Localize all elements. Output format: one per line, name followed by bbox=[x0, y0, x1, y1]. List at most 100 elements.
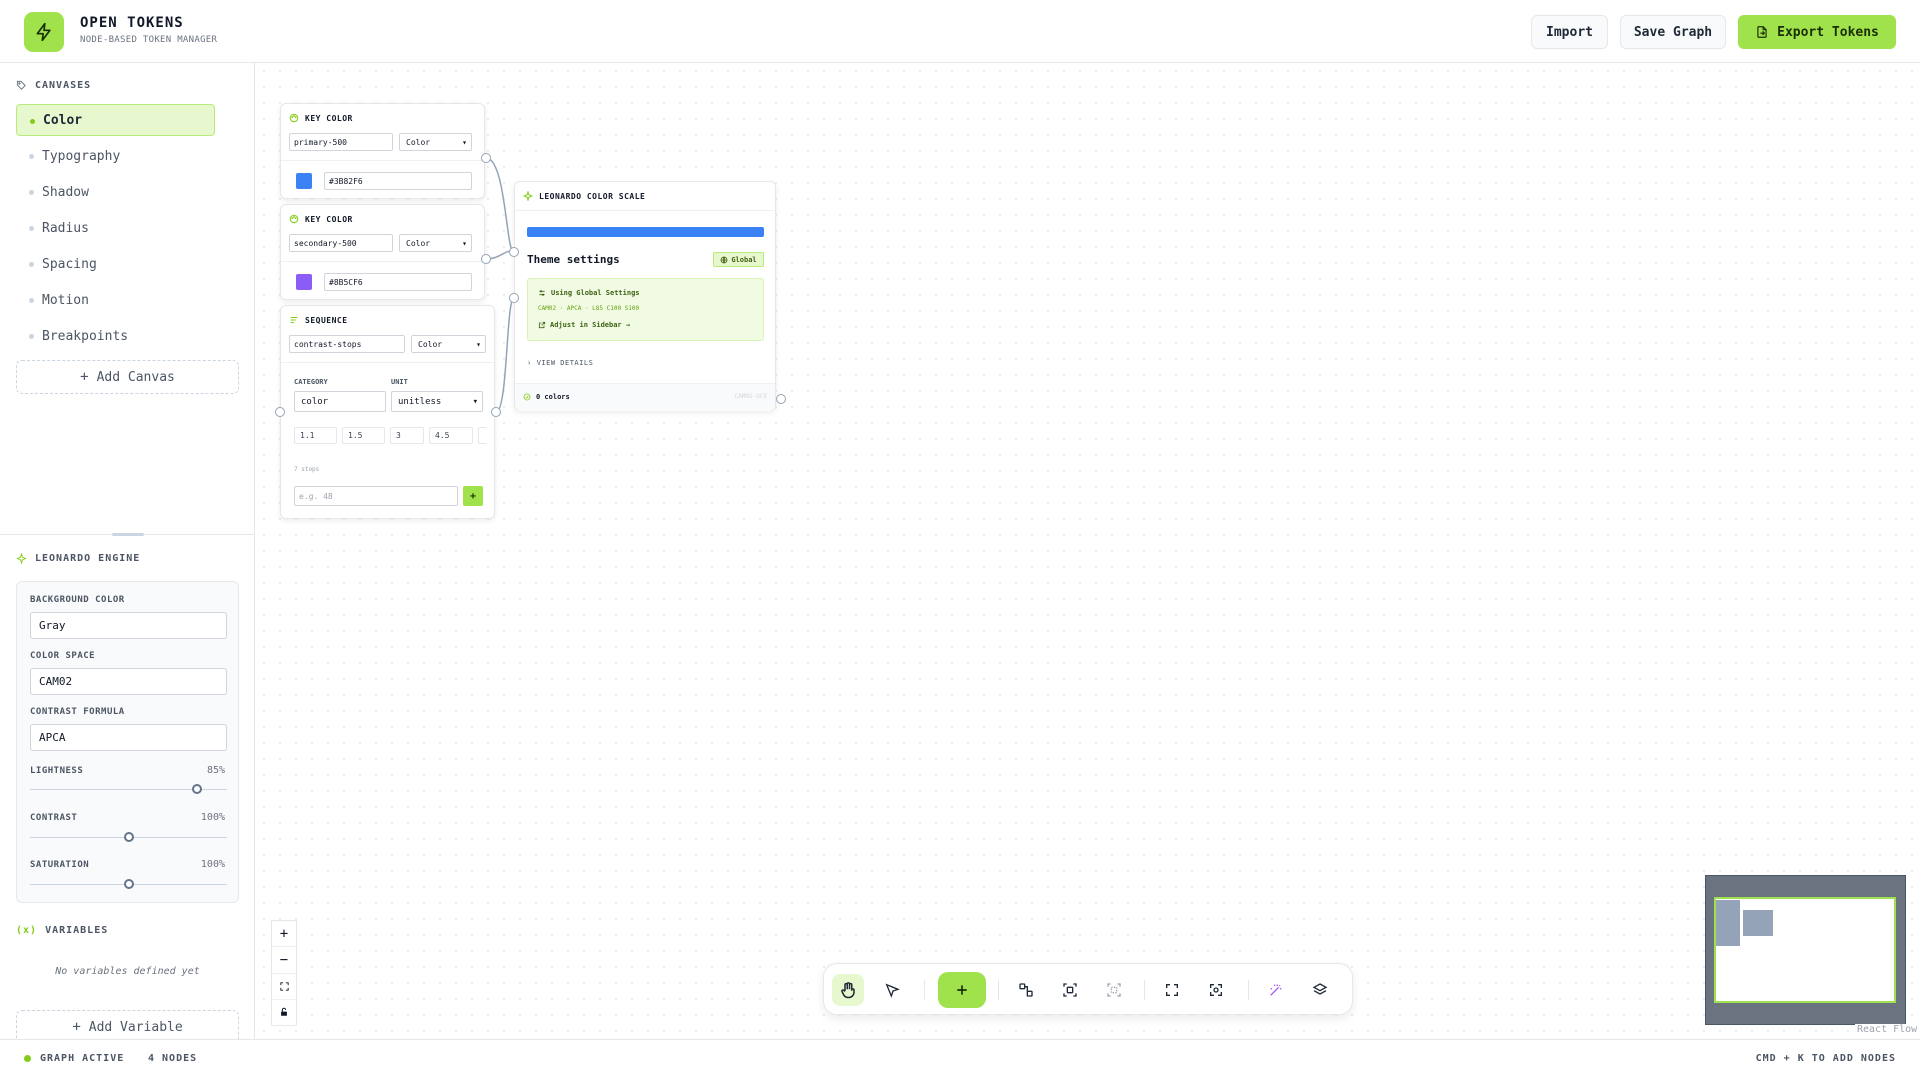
stops-count: 7 stops bbox=[294, 466, 320, 473]
chevron-down-icon: ▾ bbox=[476, 339, 481, 349]
minimap-viewport[interactable] bbox=[1714, 897, 1896, 1003]
bolt-icon[interactable] bbox=[24, 12, 64, 52]
magic-wand-button[interactable] bbox=[1260, 974, 1292, 1006]
zoom-in-button[interactable]: + bbox=[272, 921, 296, 948]
type-select[interactable]: Color ▾ bbox=[399, 133, 472, 151]
hex-input[interactable]: #3B82F6 bbox=[324, 172, 472, 190]
token-name-input[interactable]: primary-500 bbox=[289, 133, 393, 151]
import-button[interactable]: Import bbox=[1531, 15, 1608, 49]
sequence-node[interactable]: SEQUENCE contrast-stops Color ▾ CATEGORY … bbox=[280, 305, 496, 519]
zoom-out-button[interactable]: − bbox=[272, 947, 296, 974]
plus-icon: + bbox=[72, 1019, 81, 1035]
canvas-item-breakpoints[interactable]: Breakpoints bbox=[16, 320, 215, 352]
canvas-item-motion[interactable]: Motion bbox=[16, 284, 215, 316]
token-name-input[interactable]: secondary-500 bbox=[289, 234, 393, 252]
input-port[interactable] bbox=[275, 407, 285, 417]
resize-handle[interactable] bbox=[112, 533, 144, 536]
group-icon bbox=[1063, 983, 1077, 997]
stop-cell[interactable]: 1.1 bbox=[294, 427, 337, 444]
input-port[interactable] bbox=[509, 247, 519, 257]
focus-icon bbox=[1210, 984, 1222, 996]
edge bbox=[485, 157, 515, 254]
ungroup-icon bbox=[1107, 983, 1121, 997]
contrast-formula-input[interactable]: APCA bbox=[30, 724, 227, 751]
no-variables-text: No variables defined yet bbox=[55, 966, 200, 977]
file-export-icon bbox=[1757, 26, 1767, 38]
focus-button[interactable] bbox=[1200, 974, 1232, 1006]
category-label: CATEGORY bbox=[294, 378, 328, 386]
globe-icon bbox=[720, 256, 728, 263]
type-select[interactable]: Color ▾ bbox=[411, 335, 486, 353]
layers-button[interactable] bbox=[1304, 974, 1336, 1006]
add-canvas-button[interactable]: + Add Canvas bbox=[16, 360, 239, 394]
leonardo-color-scale-node[interactable]: LEONARDO COLOR SCALE Theme settings Glob… bbox=[514, 181, 777, 411]
canvas-item-shadow[interactable]: Shadow bbox=[16, 176, 215, 208]
adjust-in-sidebar-link[interactable]: Adjust in Sidebar → bbox=[538, 321, 630, 329]
check-circle-icon bbox=[523, 393, 531, 401]
key-color-node-primary[interactable]: KEY COLOR primary-500 Color ▾ #3B82F6 bbox=[280, 103, 486, 199]
canvas-item-color[interactable]: Color bbox=[16, 104, 215, 136]
color-space-input[interactable]: CAM02 bbox=[30, 668, 227, 695]
palette-icon bbox=[289, 214, 299, 224]
connect-nodes-button[interactable] bbox=[1010, 974, 1042, 1006]
stop-cell[interactable] bbox=[478, 427, 486, 444]
key-color-title: KEY COLOR bbox=[289, 113, 353, 123]
key-color-node-secondary[interactable]: KEY COLOR secondary-500 Color ▾ #8B5CF6 bbox=[280, 204, 486, 300]
saturation-slider-thumb[interactable] bbox=[123, 879, 134, 889]
view-details-toggle[interactable]: › VIEW DETAILS bbox=[527, 359, 593, 367]
output-port[interactable] bbox=[491, 407, 501, 417]
stop-cell[interactable]: 4.5 bbox=[429, 427, 473, 444]
ungroup-button[interactable] bbox=[1098, 974, 1130, 1006]
add-stop-input[interactable]: e.g. 48 bbox=[294, 486, 458, 506]
flow-canvas[interactable]: KEY COLOR primary-500 Color ▾ #3B82F6 KEY… bbox=[256, 63, 1920, 1039]
node-count: 4 NODES bbox=[148, 1053, 198, 1064]
save-graph-button[interactable]: Save Graph bbox=[1620, 15, 1726, 49]
export-tokens-button[interactable]: Export Tokens bbox=[1738, 15, 1896, 49]
minimap[interactable] bbox=[1705, 875, 1906, 1025]
minimap-node bbox=[1743, 910, 1773, 936]
stop-cell[interactable]: 1.5 bbox=[342, 427, 385, 444]
hex-input[interactable]: #8B5CF6 bbox=[324, 273, 472, 291]
stop-cell[interactable]: 3 bbox=[390, 427, 424, 444]
fullscreen-button[interactable] bbox=[1156, 974, 1188, 1006]
bottom-toolbar bbox=[823, 963, 1353, 1015]
zoom-controls: + − bbox=[271, 920, 297, 1026]
canvas-item-spacing[interactable]: Spacing bbox=[16, 248, 215, 280]
export-label: Export Tokens bbox=[1777, 24, 1879, 40]
output-port[interactable] bbox=[481, 254, 491, 264]
key-color-title: KEY COLOR bbox=[289, 214, 353, 224]
color-swatch[interactable] bbox=[296, 173, 312, 189]
output-port[interactable] bbox=[776, 394, 786, 404]
canvases-header: CANVASES bbox=[16, 80, 91, 91]
app-subtitle: NODE-BASED TOKEN MANAGER bbox=[80, 35, 218, 45]
global-settings-details: CAM02 · APCA · L85 C100 S100 bbox=[538, 305, 640, 312]
unit-select[interactable]: unitless ▾ bbox=[391, 391, 483, 412]
category-input[interactable]: color bbox=[294, 391, 386, 412]
status-bar: GRAPH ACTIVE 4 NODES CMD + K TO ADD NODE… bbox=[0, 1039, 1920, 1080]
stops-row: 1.1 1.5 3 4.5 bbox=[294, 427, 486, 444]
fullscreen-icon bbox=[1166, 984, 1178, 996]
chevron-down-icon: ▾ bbox=[462, 238, 467, 248]
color-swatch[interactable] bbox=[296, 274, 312, 290]
canvas-item-radius[interactable]: Radius bbox=[16, 212, 215, 244]
list-icon bbox=[290, 316, 298, 324]
lock-button[interactable] bbox=[272, 1000, 296, 1025]
input-port[interactable] bbox=[509, 293, 519, 303]
output-port[interactable] bbox=[481, 153, 491, 163]
react-flow-attribution[interactable]: React Flow bbox=[1855, 1024, 1920, 1035]
add-stop-button[interactable]: + bbox=[463, 486, 483, 506]
add-node-button[interactable] bbox=[938, 972, 986, 1008]
type-select[interactable]: Color ▾ bbox=[399, 234, 472, 252]
sequence-name-input[interactable]: contrast-stops bbox=[289, 335, 405, 353]
contrast-formula-label: CONTRAST FORMULA bbox=[30, 707, 125, 717]
app-title: OPEN TOKENS bbox=[80, 15, 184, 31]
background-color-input[interactable]: Gray bbox=[30, 612, 227, 639]
select-tool-button[interactable] bbox=[876, 974, 908, 1006]
canvas-item-typography[interactable]: Typography bbox=[16, 140, 215, 172]
group-button[interactable] bbox=[1054, 974, 1086, 1006]
contrast-slider-thumb[interactable] bbox=[123, 832, 134, 842]
fit-view-button[interactable] bbox=[272, 974, 296, 1000]
lightness-slider-thumb[interactable] bbox=[192, 784, 203, 794]
pan-tool-button[interactable] bbox=[832, 974, 864, 1006]
app-header: OPEN TOKENS NODE-BASED TOKEN MANAGER Imp… bbox=[0, 0, 1920, 63]
